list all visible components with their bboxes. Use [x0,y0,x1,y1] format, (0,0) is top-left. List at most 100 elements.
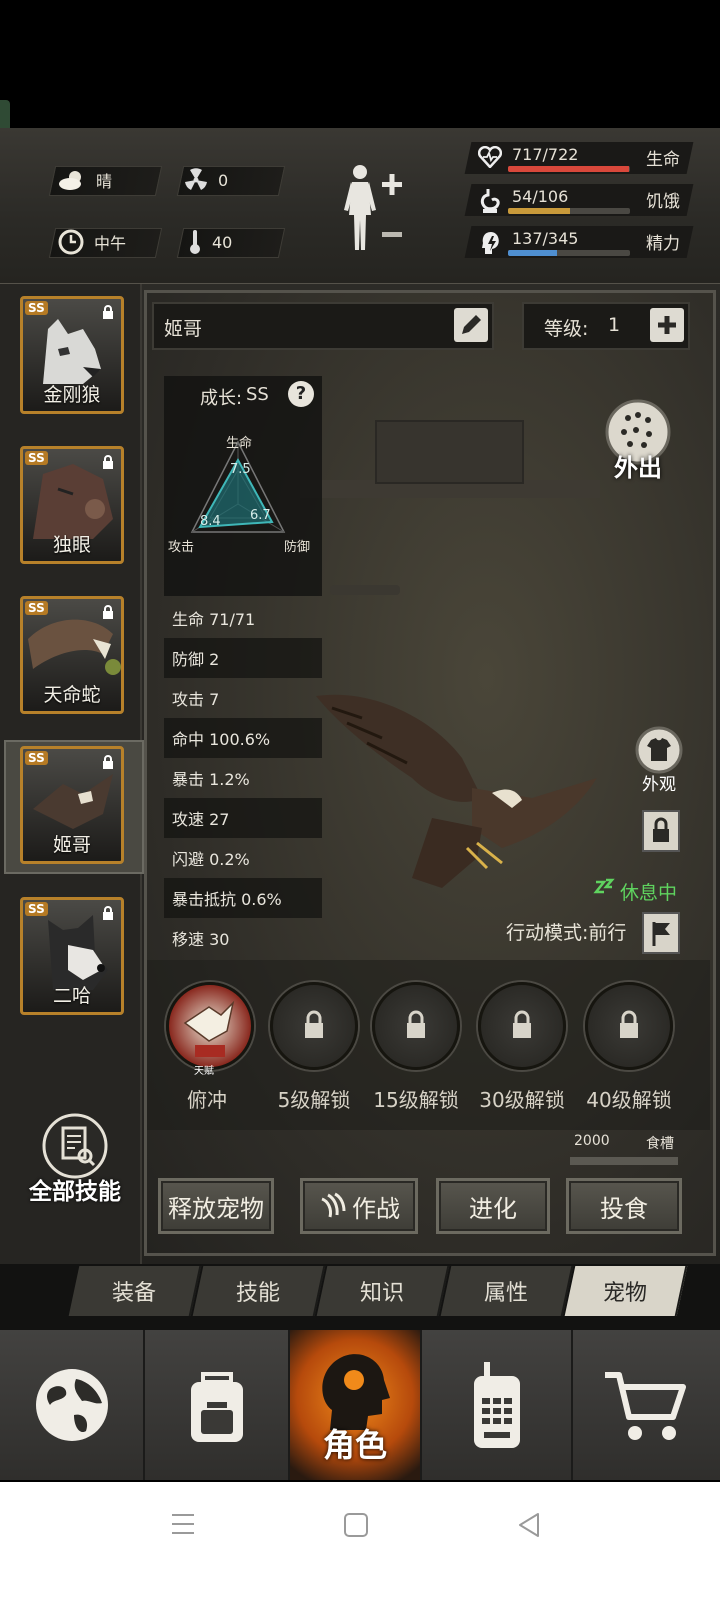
pet-rank-badge: SS [25,601,48,615]
evolve-button[interactable]: 进化 [436,1178,550,1234]
back-icon[interactable] [516,1511,542,1539]
radar-top-label: 生命 [226,436,253,451]
radiation-value: 0 [218,170,229,190]
stat-row: 攻击 7 [172,690,220,709]
pet-card-destiny-snake[interactable]: SS 天命蛇 [20,596,124,714]
energy-label: 精力 [646,234,680,254]
skill-slot-locked[interactable]: 15级解锁 [370,982,462,1113]
lock-icon [103,906,113,920]
radar-top-value: 7.5 [230,462,251,477]
stat-row: 暴击抵抗 0.6% [164,878,322,918]
skill-slot-circle [270,982,358,1070]
edit-name-button[interactable] [454,308,488,342]
tab-attributes[interactable]: 属性 [440,1266,574,1316]
skill-slot-locked[interactable]: 40级解锁 [580,982,678,1113]
level-box: 等级: 1 [522,302,690,350]
pet-card-husky[interactable]: SS 二哈 [20,897,124,1015]
tab-label: 装备 [111,1281,156,1306]
lock-icon [103,605,113,619]
tab-skills[interactable]: 技能 [192,1266,326,1316]
stomach-icon [480,189,500,213]
thermometer-icon [190,230,200,254]
tab-label: 技能 [235,1281,280,1306]
menu-icon[interactable] [170,1512,196,1536]
go-out-button[interactable]: 外出 [604,398,672,490]
nav-character[interactable]: 角色 [290,1330,423,1480]
system-nav-bar [0,1482,720,1608]
pet-name: 二哈 [52,985,91,1007]
action-mode-label: 行动模式:前行 [506,922,627,944]
skill-slot-locked[interactable]: 30级解锁 [474,982,570,1113]
temperature-value: 40 [212,232,233,252]
flag-icon [652,922,670,946]
skill-dive[interactable]: 天赋 俯冲 [166,982,254,1113]
body-status-button[interactable] [340,160,410,260]
hunger-bar [508,208,571,214]
pet-status: 休息中 [620,882,678,904]
all-skills-button[interactable]: 全部技能 [20,1112,130,1208]
fight-button[interactable]: 作战 [300,1178,418,1234]
feed-button[interactable]: 投食 [566,1178,682,1234]
radar-left-value: 8.4 [200,514,221,529]
pet-name-field[interactable]: 姬哥 [152,302,494,350]
globe-icon [35,1369,108,1441]
nav-shop[interactable] [573,1330,720,1480]
shopping-cart-icon [605,1372,687,1440]
level-label: 等级: [544,318,589,340]
food-trough-value: 2000 [574,1133,610,1149]
lock-icon [620,1010,638,1038]
weather-condition: 晴 [96,172,113,191]
pet-card-eagle[interactable]: SS 姬哥 [20,746,124,864]
human-body-icon [344,165,402,250]
pet-card-one-eye[interactable]: SS 独眼 [20,446,124,564]
lock-icon [407,1010,425,1038]
skill-dive-icon [166,982,254,1070]
lock-icon [305,1010,323,1038]
energy-bar [508,250,557,256]
stat-row: 攻速 27 [164,798,322,838]
nav-backpack[interactable] [145,1330,291,1480]
level-value: 1 [608,314,621,336]
tab-label: 属性 [483,1281,528,1306]
release-pet-button[interactable]: 释放宠物 [158,1178,274,1234]
lock-icon [513,1010,531,1038]
lock-icon [653,817,669,842]
cloud-sun-icon [59,171,81,190]
shirt-icon [635,726,683,774]
health-bar [508,166,629,172]
health-label: 生命 [646,150,680,170]
stat-row: 移速 30 [172,930,230,949]
pet-name: 天命蛇 [43,684,101,706]
pet-rank-badge: SS [25,301,48,315]
pencil-icon [462,315,481,334]
tab-pets[interactable]: 宠物 [564,1266,688,1316]
skill-label: 30级解锁 [479,1088,565,1112]
background-radio [375,420,524,484]
fight-label: 作战 [352,1194,400,1223]
home-icon[interactable] [343,1512,369,1538]
action-mode-button[interactable] [642,912,680,954]
release-pet-label: 释放宠物 [168,1194,264,1223]
stat-row: 生命 71/71 [172,610,256,629]
energy-icon [482,232,499,254]
pet-name-text: 姬哥 [164,318,203,340]
nav-world-map[interactable] [0,1330,146,1480]
pet-name: 姬哥 [52,834,91,856]
health-value: 717/722 [512,145,579,164]
skill-talent-badge: 天赋 [194,1066,214,1077]
pet-card-wolverine[interactable]: SS 金刚狼 [20,296,124,414]
eagle-pet-image [316,694,597,888]
tab-equipment[interactable]: 装备 [68,1266,202,1316]
stat-row: 闪避 0.2% [172,850,250,869]
radar-right-value: 6.7 [250,508,271,523]
backpack-icon [190,1372,243,1442]
appearance-lock-button[interactable] [642,810,680,852]
nav-radio[interactable] [422,1330,573,1480]
growth-help-button[interactable]: ? [288,381,314,407]
appearance-button[interactable]: 外观 [632,726,686,796]
skill-slot-locked[interactable]: 5级解锁 [268,982,360,1113]
radar-left-label: 攻击 [168,540,195,555]
skill-book-icon [42,1113,108,1179]
level-up-button[interactable] [650,308,684,342]
tab-knowledge[interactable]: 知识 [316,1266,450,1316]
